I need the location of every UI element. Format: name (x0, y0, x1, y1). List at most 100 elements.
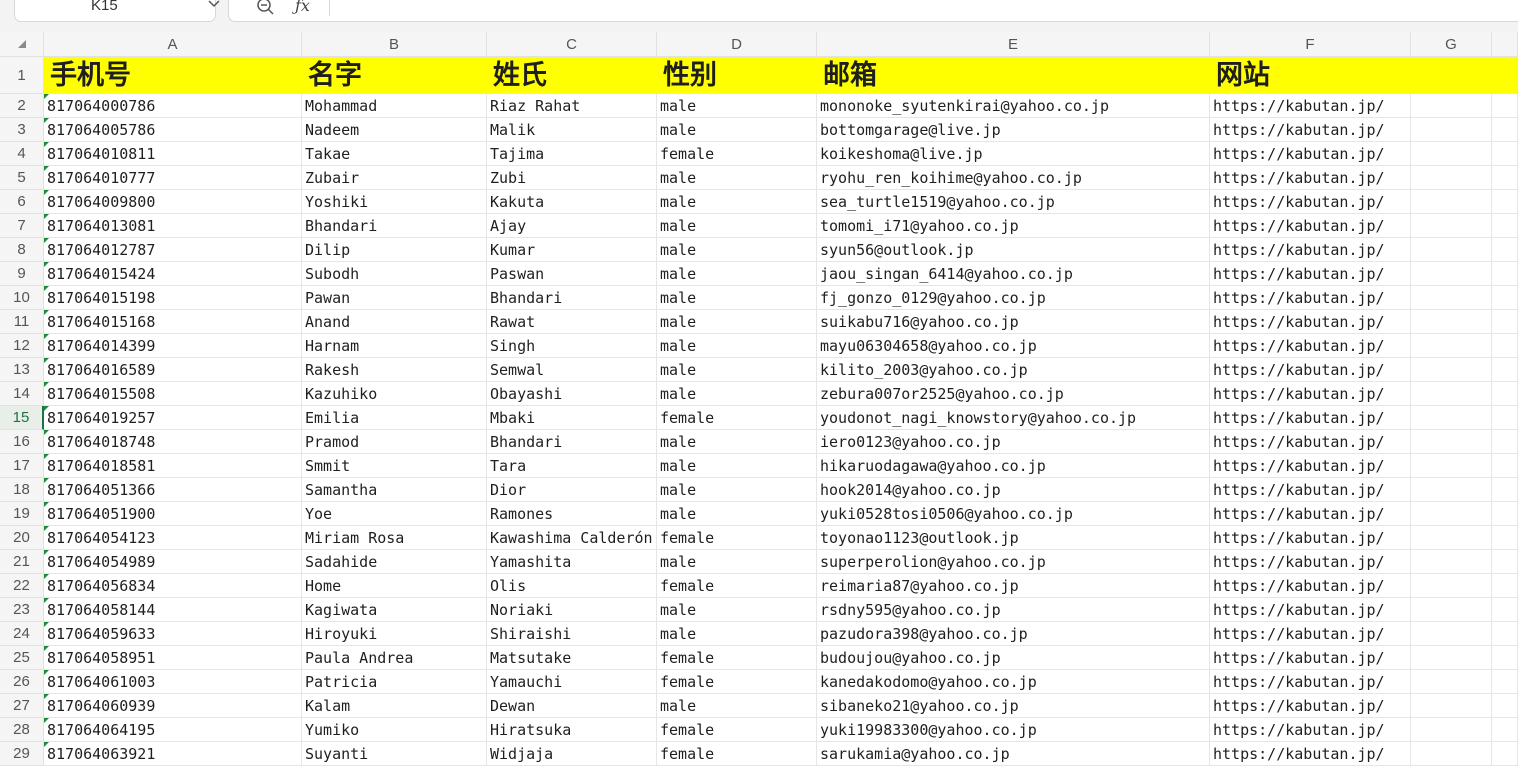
cell-b[interactable]: Subodh (302, 262, 487, 286)
cell-d[interactable]: male (657, 310, 817, 334)
cell-a[interactable]: 817064054123 (44, 526, 302, 550)
cell-b[interactable]: Bhandari (302, 214, 487, 238)
cell-extra[interactable] (1492, 694, 1518, 718)
column-header-d[interactable]: D (657, 32, 817, 57)
row-header-26[interactable]: 26 (0, 670, 44, 694)
row-header-21[interactable]: 21 (0, 550, 44, 574)
cell-extra[interactable] (1492, 142, 1518, 166)
cell-g[interactable] (1411, 310, 1492, 334)
cell-a[interactable]: 817064051366 (44, 478, 302, 502)
cell-f[interactable]: https://kabutan.jp/ (1210, 310, 1411, 334)
cell-d[interactable]: female (657, 574, 817, 598)
cell-extra[interactable] (1492, 262, 1518, 286)
cell-f[interactable]: https://kabutan.jp/ (1210, 142, 1411, 166)
row-header-13[interactable]: 13 (0, 358, 44, 382)
cell-a[interactable]: 817064010777 (44, 166, 302, 190)
cell-a[interactable]: 817064056834 (44, 574, 302, 598)
cell-extra[interactable] (1492, 238, 1518, 262)
cell-a[interactable]: 817064013081 (44, 214, 302, 238)
cell-b[interactable]: Kalam (302, 694, 487, 718)
cell-f[interactable]: https://kabutan.jp/ (1210, 742, 1411, 766)
cell-b[interactable]: Takae (302, 142, 487, 166)
row-header-20[interactable]: 20 (0, 526, 44, 550)
cell-f[interactable]: https://kabutan.jp/ (1210, 718, 1411, 742)
row-header-7[interactable]: 7 (0, 214, 44, 238)
cell-f[interactable]: https://kabutan.jp/ (1210, 406, 1411, 430)
cell-a[interactable]: 817064058144 (44, 598, 302, 622)
cell-c[interactable]: Noriaki (487, 598, 657, 622)
cell-e[interactable]: mononoke_syutenkirai@yahoo.co.jp (817, 94, 1210, 118)
cell-f[interactable]: https://kabutan.jp/ (1210, 214, 1411, 238)
cell-f[interactable]: https://kabutan.jp/ (1210, 526, 1411, 550)
cell-d[interactable]: female (657, 646, 817, 670)
cell-g[interactable] (1411, 118, 1492, 142)
cell-d[interactable]: male (657, 478, 817, 502)
row-header-12[interactable]: 12 (0, 334, 44, 358)
cell-g[interactable] (1411, 262, 1492, 286)
cell-f[interactable]: https://kabutan.jp/ (1210, 694, 1411, 718)
row-header-2[interactable]: 2 (0, 94, 44, 118)
cell-extra[interactable] (1492, 454, 1518, 478)
cell-g[interactable] (1411, 238, 1492, 262)
cell-c[interactable]: Obayashi (487, 382, 657, 406)
cell-c[interactable]: Paswan (487, 262, 657, 286)
cell-b[interactable]: Pawan (302, 286, 487, 310)
cell-b[interactable]: Suyanti (302, 742, 487, 766)
cell-d[interactable]: male (657, 238, 817, 262)
cell-c[interactable]: Hiratsuka (487, 718, 657, 742)
cell-d[interactable]: male (657, 382, 817, 406)
row-header-15[interactable]: 15 (0, 406, 44, 430)
cell-e[interactable]: kilito_2003@yahoo.co.jp (817, 358, 1210, 382)
cell-a[interactable]: 817064012787 (44, 238, 302, 262)
cell-f[interactable]: https://kabutan.jp/ (1210, 430, 1411, 454)
cell-d[interactable]: female (657, 742, 817, 766)
cell-e[interactable]: hook2014@yahoo.co.jp (817, 478, 1210, 502)
cell-b[interactable]: Pramod (302, 430, 487, 454)
cell-b[interactable]: Paula Andrea (302, 646, 487, 670)
cell-g[interactable] (1411, 622, 1492, 646)
cell-c[interactable]: Olis (487, 574, 657, 598)
cell-d[interactable]: female (657, 142, 817, 166)
row-header-9[interactable]: 9 (0, 262, 44, 286)
cell-extra[interactable] (1492, 358, 1518, 382)
cell-a[interactable]: 817064051900 (44, 502, 302, 526)
cell-e[interactable]: fj_gonzo_0129@yahoo.co.jp (817, 286, 1210, 310)
cell-e[interactable]: tomomi_i71@yahoo.co.jp (817, 214, 1210, 238)
cell-g[interactable] (1411, 694, 1492, 718)
header-cell-g[interactable] (1411, 57, 1492, 94)
cell-g[interactable] (1411, 742, 1492, 766)
header-cell-b[interactable]: 名字 (302, 57, 487, 94)
cell-extra[interactable] (1492, 310, 1518, 334)
cell-f[interactable]: https://kabutan.jp/ (1210, 622, 1411, 646)
row-header-24[interactable]: 24 (0, 622, 44, 646)
cell-c[interactable]: Kakuta (487, 190, 657, 214)
cell-g[interactable] (1411, 94, 1492, 118)
cell-f[interactable]: https://kabutan.jp/ (1210, 382, 1411, 406)
cell-e[interactable]: sea_turtle1519@yahoo.co.jp (817, 190, 1210, 214)
cell-c[interactable]: Yamauchi (487, 670, 657, 694)
cell-b[interactable]: Emilia (302, 406, 487, 430)
cell-a[interactable]: 817064015168 (44, 310, 302, 334)
cell-d[interactable]: male (657, 550, 817, 574)
cell-g[interactable] (1411, 502, 1492, 526)
cell-b[interactable]: Miriam Rosa (302, 526, 487, 550)
cell-b[interactable]: Kazuhiko (302, 382, 487, 406)
cell-g[interactable] (1411, 478, 1492, 502)
cell-a[interactable]: 817064015198 (44, 286, 302, 310)
cell-f[interactable]: https://kabutan.jp/ (1210, 334, 1411, 358)
cell-a[interactable]: 817064000786 (44, 94, 302, 118)
cell-extra[interactable] (1492, 430, 1518, 454)
cell-b[interactable]: Hiroyuki (302, 622, 487, 646)
cell-a[interactable]: 817064019257 (44, 406, 302, 430)
cell-f[interactable]: https://kabutan.jp/ (1210, 598, 1411, 622)
cell-extra[interactable] (1492, 118, 1518, 142)
cell-d[interactable]: female (657, 718, 817, 742)
cell-e[interactable]: iero0123@yahoo.co.jp (817, 430, 1210, 454)
cell-d[interactable]: male (657, 286, 817, 310)
formula-input[interactable] (228, 0, 1518, 22)
cell-f[interactable]: https://kabutan.jp/ (1210, 238, 1411, 262)
cell-g[interactable] (1411, 430, 1492, 454)
row-header-19[interactable]: 19 (0, 502, 44, 526)
cell-d[interactable]: male (657, 118, 817, 142)
cell-c[interactable]: Riaz Rahat (487, 94, 657, 118)
